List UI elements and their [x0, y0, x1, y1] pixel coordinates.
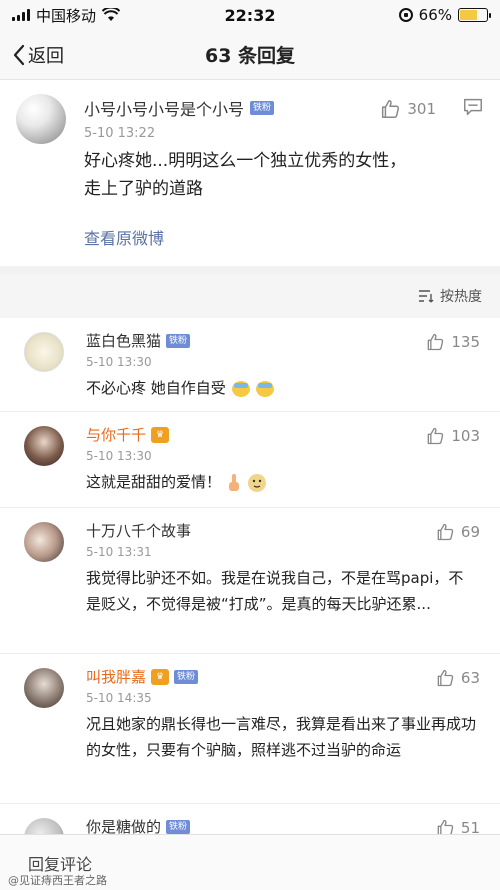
thumbs-up-icon: [428, 333, 444, 351]
comment-text: 况且她家的鼎长得也一言难尽，我算是看出来了事业再成功的女性，只要有个驴脑，照样逃…: [86, 715, 477, 759]
author-name[interactable]: 小号小号小号是个小号: [84, 96, 244, 120]
comment-text: 好心疼她...明明这么一个独立优秀的女性， 走上了驴的道路: [84, 147, 484, 203]
sort-button[interactable]: 按热度: [418, 286, 482, 306]
signal-icon: [12, 9, 30, 21]
avatar[interactable]: [16, 94, 66, 144]
battery-percent: 66%: [418, 6, 452, 24]
view-original-link[interactable]: 查看原微博: [84, 225, 164, 249]
like-count: 103: [451, 427, 480, 445]
watermark: @见证痔西王者之路: [8, 874, 107, 887]
avatar[interactable]: [24, 522, 64, 562]
author-name[interactable]: 十万八千个故事: [86, 520, 191, 541]
vip-crown-icon: ♛: [151, 668, 170, 685]
sort-icon: [419, 290, 434, 303]
status-bar: 中国移动 22:32 66%: [0, 0, 500, 30]
back-button[interactable]: 返回: [0, 42, 64, 68]
comment-icon: [464, 98, 482, 116]
sort-bar: 按热度: [0, 274, 500, 318]
thumbs-up-icon: [382, 100, 400, 118]
like-count: 301: [407, 100, 436, 118]
comment-text: 我觉得比驴还不如。我是在说我自己，不是在骂papi，不是贬义，不觉得是被“打成”…: [86, 569, 464, 613]
back-label: 返回: [28, 45, 64, 67]
rotation-lock-icon: [398, 8, 413, 22]
timestamp: 5-10 13:30: [86, 449, 152, 463]
list-item: 蓝白色黑猫 铁粉 5-10 13:30 不必心疼 她自作自受 135: [0, 318, 500, 412]
like-button[interactable]: 69: [435, 522, 480, 542]
like-button[interactable]: 103: [425, 426, 480, 446]
comment-button[interactable]: [462, 96, 484, 122]
timestamp: 5-10 13:30: [86, 355, 152, 369]
battery-icon: [458, 8, 491, 22]
finger-emoji-icon: [228, 473, 239, 491]
facepalm-emoji-icon: [231, 380, 250, 397]
comment-text-line: 好心疼她...明明这么一个独立优秀的女性，: [84, 151, 407, 171]
comment-text-line: 走上了驴的道路: [84, 179, 203, 199]
vip-crown-icon: ♛: [151, 426, 170, 443]
wifi-icon: [101, 6, 121, 22]
avatar[interactable]: [24, 426, 64, 466]
timestamp: 5-10 14:35: [86, 691, 152, 705]
avatar[interactable]: [24, 332, 64, 372]
carrier-name: 中国移动: [36, 6, 97, 25]
fan-badge: 铁粉: [166, 333, 191, 348]
nav-bar: 返回 63 条回复: [0, 30, 500, 80]
comment-text-row: 不必心疼 她自作自受: [86, 375, 484, 401]
comment-text: 这就是甜甜的爱情！: [86, 473, 222, 491]
page-title: 63 条回复: [204, 45, 296, 67]
reply-list: 蓝白色黑猫 铁粉 5-10 13:30 不必心疼 她自作自受 135 与你千千 …: [0, 318, 500, 884]
author-name[interactable]: 蓝白色黑猫: [86, 330, 161, 351]
original-comment: 小号小号小号是个小号 铁粉 5-10 13:22 好心疼她...明明这么一个独立…: [0, 80, 500, 266]
list-item: 叫我胖嘉 ♛ 铁粉 5-10 14:35 况且她家的鼎长得也一言难尽，我算是看出…: [0, 654, 500, 804]
list-item: 十万八千个故事 5-10 13:31 我觉得比驴还不如。我是在说我自己，不是在骂…: [0, 508, 500, 654]
author-name[interactable]: 与你千千: [86, 424, 146, 445]
reply-bar: 回复评论 @见证痔西王者之路: [0, 834, 500, 890]
like-button[interactable]: 301: [379, 98, 436, 120]
avatar[interactable]: [24, 668, 64, 708]
thumbs-up-icon: [437, 669, 454, 687]
comment-text-row: 这就是甜甜的爱情！: [86, 469, 484, 495]
facepalm-emoji-icon: [256, 380, 275, 397]
reply-input[interactable]: 回复评论: [28, 851, 92, 875]
timestamp: 5-10 13:22: [84, 126, 156, 141]
chevron-left-icon: [13, 44, 25, 65]
list-item: 与你千千 ♛ 5-10 13:30 这就是甜甜的爱情！ 103: [0, 412, 500, 508]
timestamp: 5-10 13:31: [86, 545, 152, 559]
like-count: 63: [460, 669, 480, 687]
fan-badge: 铁粉: [250, 101, 275, 115]
comment-text: 不必心疼 她自作自受: [86, 379, 226, 397]
doge-emoji-icon: [247, 473, 266, 492]
author-name[interactable]: 叫我胖嘉: [86, 666, 146, 687]
like-button[interactable]: 135: [425, 332, 480, 352]
fan-badge: 铁粉: [166, 819, 191, 834]
thumbs-up-icon: [437, 523, 454, 541]
like-count: 69: [460, 523, 480, 541]
sort-label: 按热度: [440, 289, 482, 305]
fan-badge: 铁粉: [174, 669, 199, 684]
thumbs-up-icon: [428, 427, 444, 445]
like-count: 135: [451, 333, 480, 351]
like-button[interactable]: 63: [435, 668, 480, 688]
